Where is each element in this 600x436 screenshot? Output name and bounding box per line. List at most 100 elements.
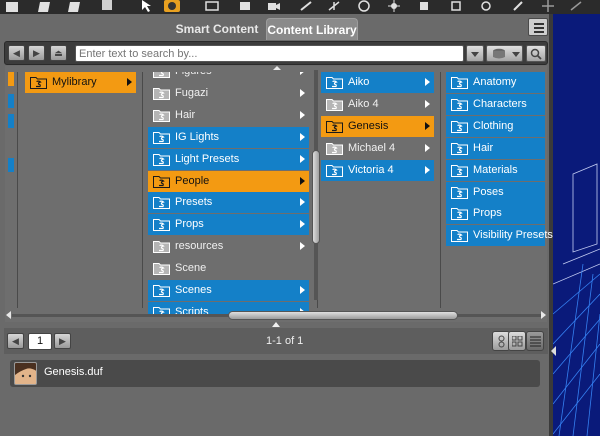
cube-tool-icon[interactable]	[4, 0, 20, 12]
light-tool-icon[interactable]	[386, 0, 402, 12]
grid-view-button[interactable]	[508, 331, 526, 351]
expand-arrow-icon[interactable]	[300, 110, 305, 119]
expand-arrow-icon[interactable]	[127, 78, 132, 86]
vertical-scrollbar[interactable]	[312, 70, 320, 300]
camera-tool-icon[interactable]	[266, 0, 282, 12]
folder-label: Fugazi	[175, 86, 209, 99]
folder-label: Victoria 4	[348, 163, 394, 176]
spot-tool-icon[interactable]	[418, 0, 434, 12]
expand-arrow-icon[interactable]	[300, 176, 305, 185]
folder-item[interactable]: Visibility Presets	[446, 225, 553, 247]
active-tool-icon[interactable]	[164, 0, 180, 12]
find-button[interactable]	[526, 45, 546, 62]
expand-arrow-icon[interactable]	[425, 121, 430, 130]
expand-arrow-icon[interactable]	[300, 286, 305, 294]
back-button[interactable]: ◀	[8, 45, 25, 61]
folder-item[interactable]: Hair	[148, 105, 309, 126]
list-view-button[interactable]	[526, 331, 544, 351]
twist-tool-icon[interactable]	[326, 0, 342, 12]
column-divider[interactable]	[142, 72, 143, 308]
folder-item[interactable]: Scene	[148, 258, 309, 279]
expand-arrow-icon[interactable]	[300, 154, 305, 163]
collapse-arrow-icon[interactable]	[551, 346, 556, 356]
folder-item[interactable]: Mylibrary	[25, 72, 136, 93]
scroll-right-arrow-icon[interactable]	[541, 311, 546, 319]
expand-arrow-icon[interactable]	[300, 242, 305, 251]
folder-item[interactable]: resources	[148, 236, 309, 257]
expand-arrow-icon[interactable]	[300, 132, 305, 141]
chevron-down-icon	[471, 52, 479, 57]
prev-page-button[interactable]: ◀	[7, 333, 24, 349]
select-tool-icon[interactable]	[236, 0, 252, 12]
folder-item[interactable]: Aiko 4	[321, 94, 434, 115]
folder-item[interactable]: Hair	[446, 137, 545, 159]
folder-item[interactable]: Light Presets	[148, 148, 309, 170]
column-divider[interactable]	[440, 72, 441, 308]
scroll-thumb[interactable]	[312, 150, 320, 244]
folder-item[interactable]: Aiko	[321, 72, 434, 93]
folder-item[interactable]: Clothing	[446, 115, 545, 137]
expand-arrow-icon[interactable]	[425, 143, 430, 152]
folder-item[interactable]: Michael 4	[321, 138, 434, 159]
expand-arrow-icon[interactable]	[300, 88, 305, 97]
up-level-button[interactable]: ⏏	[50, 45, 67, 61]
folder-item[interactable]: Anatomy	[446, 72, 545, 93]
folder-label: Materials	[473, 163, 518, 176]
folder-item[interactable]: People	[148, 170, 309, 192]
collapsed-item[interactable]	[8, 158, 14, 172]
document-tool-icon[interactable]	[100, 0, 116, 12]
folder-item[interactable]: Scenes	[148, 280, 309, 301]
horizontal-scrollbar[interactable]	[12, 311, 544, 320]
pane-menu-button[interactable]	[528, 18, 548, 36]
viewport[interactable]	[553, 14, 600, 436]
database-button[interactable]	[486, 45, 523, 62]
expand-arrow-icon[interactable]	[425, 99, 430, 108]
joint-tool-icon[interactable]	[356, 0, 372, 12]
paint-tool-icon[interactable]	[510, 0, 526, 12]
folder-label: Scene	[175, 262, 207, 275]
node-tool-icon[interactable]	[448, 0, 464, 12]
folder-item[interactable]: Characters	[446, 93, 545, 115]
scroll-left-arrow-icon[interactable]	[6, 311, 11, 319]
transform-tool-icon[interactable]	[204, 0, 220, 12]
folder-item[interactable]: Presets	[148, 192, 309, 214]
result-item[interactable]: Genesis.duf	[10, 360, 540, 387]
expand-arrow-icon[interactable]	[425, 78, 430, 86]
folder-item[interactable]: Fugazi	[148, 83, 309, 104]
folder-item[interactable]: Materials	[446, 159, 545, 181]
move-tool-icon[interactable]	[540, 0, 556, 12]
page-tool-2-icon[interactable]	[66, 0, 82, 12]
column-divider[interactable]	[17, 72, 18, 308]
collapsed-item-selected[interactable]	[8, 72, 14, 86]
folder-item[interactable]: Poses	[446, 181, 545, 203]
folder-label: IG Lights	[175, 130, 220, 143]
scale-tool-icon[interactable]	[568, 0, 584, 12]
page-number-input[interactable]: 1	[28, 333, 52, 350]
folder-item[interactable]: Props	[148, 214, 309, 236]
expand-arrow-icon[interactable]	[300, 220, 305, 229]
tab-smart-content[interactable]: Smart Content	[170, 18, 264, 40]
tab-content-library[interactable]: Content Library	[266, 18, 358, 40]
search-input[interactable]	[75, 45, 464, 62]
expand-arrow-icon[interactable]	[300, 198, 305, 207]
rotate-tool-icon[interactable]	[298, 0, 314, 12]
splitter-arrow-icon[interactable]	[272, 322, 280, 327]
folder-icon	[451, 76, 468, 89]
folder-item[interactable]: Genesis	[321, 115, 434, 137]
sync-tool-icon[interactable]	[478, 0, 494, 12]
folder-item[interactable]: IG Lights	[148, 126, 309, 148]
expand-arrow-icon[interactable]	[425, 165, 430, 174]
next-page-button[interactable]: ▶	[54, 333, 71, 349]
folder-item[interactable]: Props	[446, 203, 545, 225]
collapsed-item[interactable]	[8, 114, 14, 128]
pointer-tool-icon[interactable]	[140, 0, 156, 12]
scroll-up-arrow-icon[interactable]	[273, 66, 281, 70]
folder-icon	[153, 87, 170, 100]
page-tool-icon[interactable]	[36, 0, 52, 12]
search-dropdown-button[interactable]	[466, 45, 484, 62]
forward-button[interactable]: ▶	[28, 45, 45, 61]
scroll-thumb[interactable]	[228, 311, 458, 320]
collapsed-item[interactable]	[8, 94, 14, 108]
folder-label: Aiko	[348, 76, 370, 88]
folder-item[interactable]: Victoria 4	[321, 159, 434, 181]
